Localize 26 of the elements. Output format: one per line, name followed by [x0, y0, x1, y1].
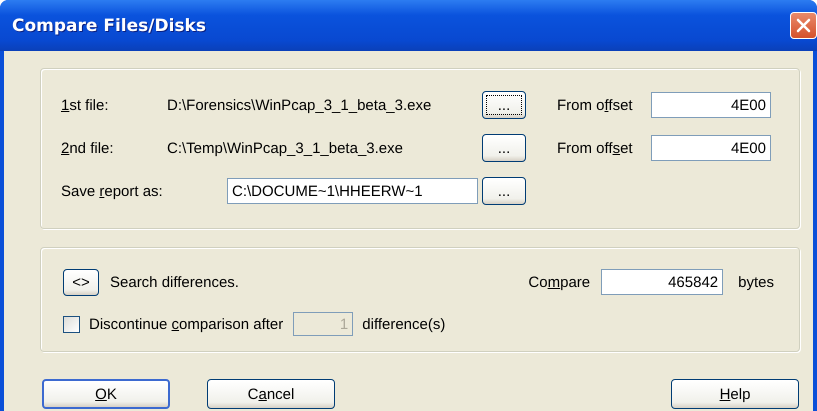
search-label: Search differences.: [110, 274, 239, 290]
file-path: C:\Temp\WinPcap_3_1_beta_3.exe: [167, 140, 404, 156]
browse-button[interactable]: ...: [482, 134, 526, 162]
close-icon: [796, 18, 811, 33]
file-path: D:\Forensics\WinPcap_3_1_beta_3.exe: [167, 96, 432, 114]
save-report-label: Save report as:: [61, 182, 164, 200]
browse-button[interactable]: ...: [482, 177, 526, 205]
window-title: Compare Files/Disks: [12, 16, 207, 36]
offset-label: From offset: [557, 96, 634, 114]
offset-field[interactable]: 4E00: [651, 135, 771, 161]
bytes-label: bytes: [738, 274, 774, 290]
compare-label: Compare: [528, 274, 590, 290]
search-button[interactable]: <>: [63, 268, 99, 296]
dialog-button[interactable]: Cancel: [207, 379, 335, 409]
close-button[interactable]: [790, 12, 817, 39]
discontinue-label: Discontinue comparison after: [89, 316, 284, 332]
file-label: 1st file:: [61, 96, 110, 114]
offset-label: From offset: [557, 140, 634, 156]
differences-label: difference(s): [362, 316, 446, 332]
offset-field[interactable]: 4E00: [651, 92, 771, 118]
report-path-field[interactable]: C:\DOCUME~1\HHEERW~1: [227, 178, 478, 204]
dialog-button[interactable]: Help: [671, 379, 799, 409]
dialog-button[interactable]: OK: [42, 379, 170, 409]
browse-button[interactable]: ...: [482, 91, 526, 119]
file-label: 2nd file:: [61, 140, 115, 156]
compare-field[interactable]: 465842: [601, 269, 724, 295]
